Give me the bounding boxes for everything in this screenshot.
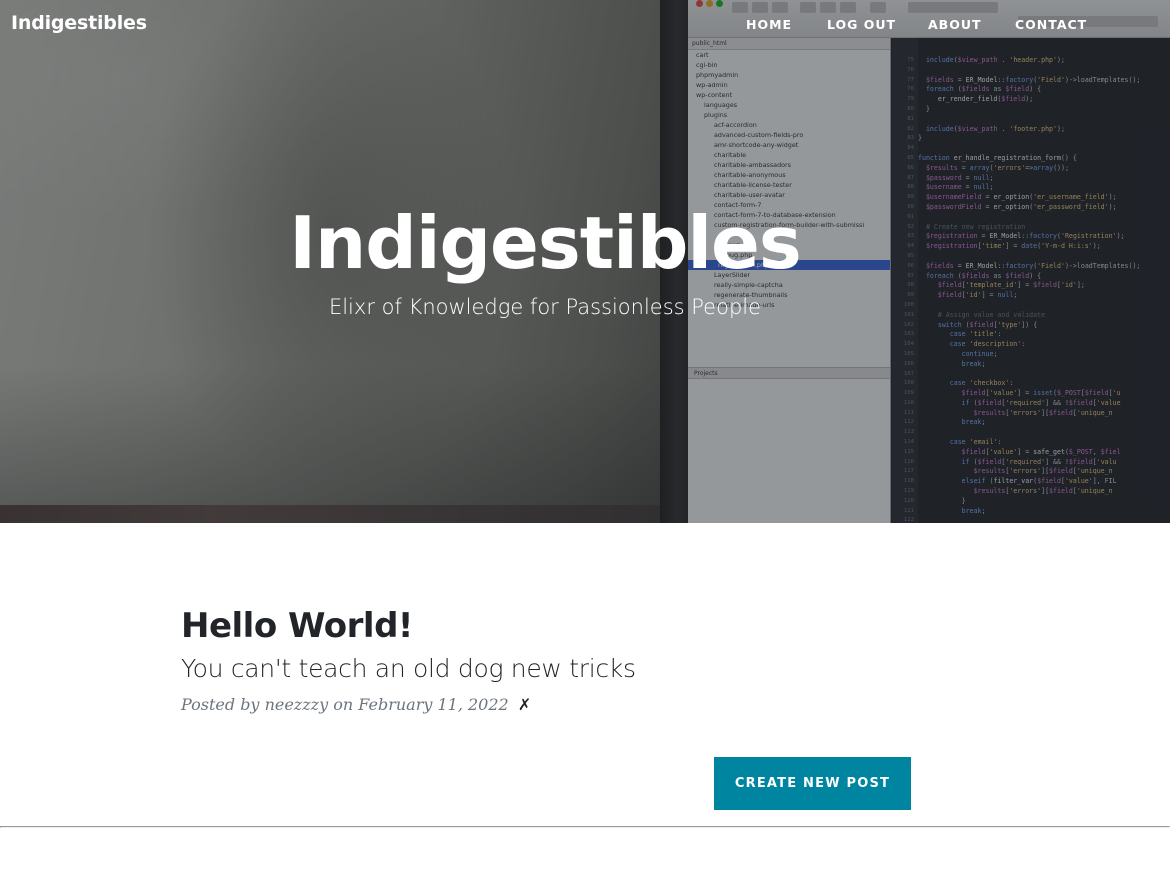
nav-links: HOME LOG OUT ABOUT CONTACT: [0, 17, 1170, 37]
post-date: February 11, 2022: [358, 695, 509, 714]
main-nav: Indigestibles HOME LOG OUT ABOUT CONTACT: [0, 0, 1170, 50]
post-divider: [0, 826, 1170, 828]
post-meta: Posted by neezzzy on February 11, 2022 ✗: [181, 692, 911, 718]
site-heading: Indigestibles Elixr of Knowledge for Pas…: [0, 195, 1090, 321]
post-meta-mid: on: [333, 695, 354, 714]
post-meta-prefix: Posted by: [181, 695, 260, 714]
post-title[interactable]: Hello World!: [181, 604, 911, 648]
nav-contact-link[interactable]: CONTACT: [1015, 17, 1087, 32]
post-author-link[interactable]: neezzzy: [265, 695, 329, 714]
nav-about-link[interactable]: ABOUT: [928, 17, 982, 32]
nav-home-link[interactable]: HOME: [746, 17, 792, 32]
site-subtitle: Elixr of Knowledge for Passionless Peopl…: [328, 295, 762, 319]
nav-logout-link[interactable]: LOG OUT: [827, 17, 896, 32]
create-new-post-button[interactable]: CREATE NEW POST: [714, 757, 911, 810]
delete-post-icon[interactable]: ✗: [518, 695, 531, 714]
site-title: Indigestibles: [289, 201, 802, 285]
post-preview[interactable]: Hello World! You can't teach an old dog …: [181, 604, 911, 718]
post-subtitle[interactable]: You can't teach an old dog new tricks: [181, 652, 911, 686]
